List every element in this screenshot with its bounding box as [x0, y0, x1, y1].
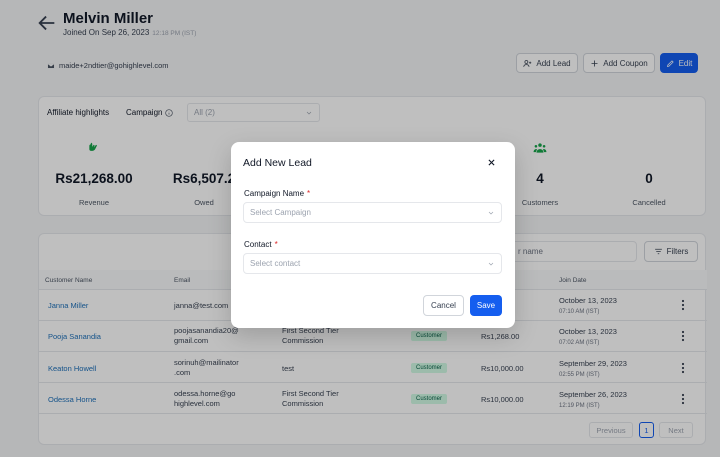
campaign-select[interactable]: Select Campaign: [243, 202, 502, 223]
close-icon[interactable]: [487, 158, 496, 167]
cancel-button[interactable]: Cancel: [423, 295, 464, 316]
modal-title: Add New Lead: [243, 157, 312, 169]
contact-select[interactable]: Select contact: [243, 253, 502, 274]
campaign-name-label: Campaign Name *: [244, 189, 311, 198]
add-new-lead-modal: Add New Lead Campaign Name * Select Campa…: [231, 142, 515, 328]
contact-label: Contact *: [244, 240, 278, 249]
chevron-down-icon: [488, 211, 494, 215]
save-button[interactable]: Save: [470, 295, 502, 316]
chevron-down-icon: [488, 262, 494, 266]
